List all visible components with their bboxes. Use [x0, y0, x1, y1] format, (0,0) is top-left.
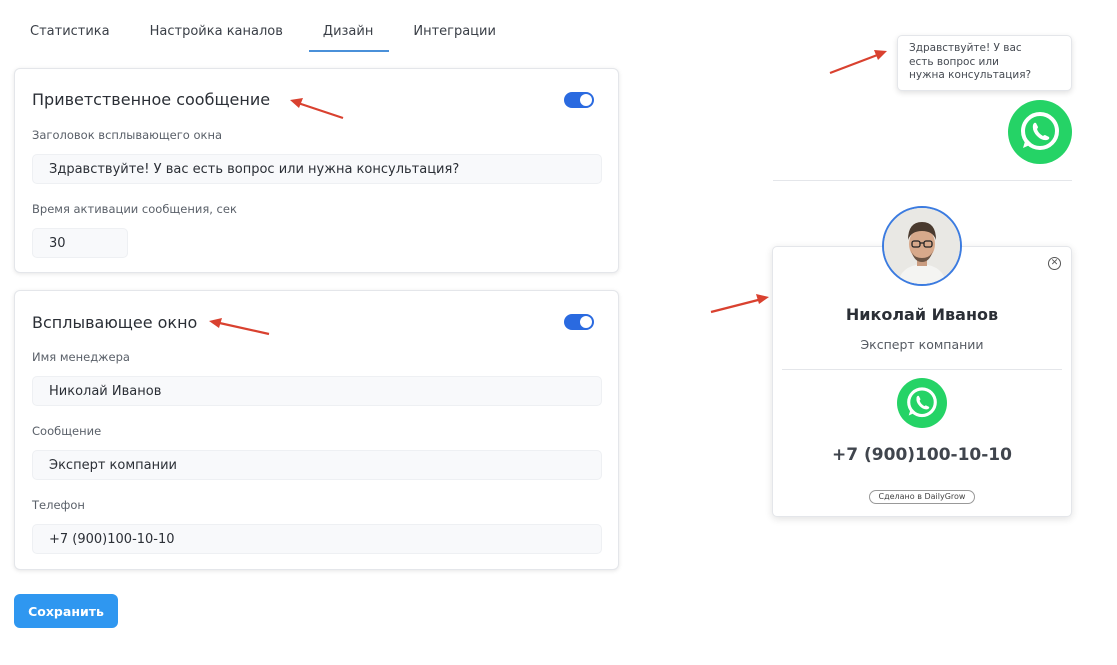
welcome-message-title: Приветственное сообщение [32, 90, 271, 109]
manager-name-input[interactable]: Николай Иванов [32, 376, 602, 406]
save-button[interactable]: Сохранить [14, 594, 118, 628]
tab-channel-settings[interactable]: Настройка каналов [136, 14, 299, 52]
made-by-badge[interactable]: Сделано в DailyGrow [869, 490, 975, 504]
arrow-annotation-icon [209, 318, 270, 336]
popup-header-label: Заголовок всплывающего окна [32, 128, 223, 142]
preview-manager-role: Эксперт компании [860, 337, 984, 352]
popup-window-toggle[interactable] [564, 314, 594, 330]
phone-label: Телефон [32, 498, 85, 512]
preview-phone: +7 (900)100-10-10 [832, 445, 1012, 465]
arrow-annotation-icon [829, 50, 887, 75]
tab-design[interactable]: Дизайн [308, 14, 390, 52]
tab-statistics[interactable]: Статистика [16, 14, 126, 52]
manager-photo [884, 208, 960, 284]
manager-name-label: Имя менеджера [32, 350, 130, 364]
whatsapp-launcher-button[interactable] [1008, 100, 1072, 164]
popup-divider [782, 369, 1062, 370]
message-input[interactable]: Эксперт компании [32, 450, 602, 480]
bubble-line: есть вопрос или [909, 55, 999, 68]
whatsapp-icon [1021, 112, 1059, 150]
manager-popup-preview: ✕ Николай Иванов Эксперт компании +7 (90… [772, 246, 1072, 517]
close-icon[interactable]: ✕ [1048, 257, 1061, 270]
popup-header-input[interactable]: Здравствуйте! У вас есть вопрос или нужн… [32, 154, 602, 184]
welcome-message-toggle[interactable] [564, 92, 594, 108]
message-label: Сообщение [32, 424, 102, 438]
whatsapp-icon [907, 387, 937, 418]
greeting-bubble-preview: Здравствуйте! У вас есть вопрос или нужн… [897, 35, 1072, 91]
popup-window-title: Всплывающее окно [32, 313, 198, 332]
avatar [882, 206, 962, 286]
tab-integrations[interactable]: Интеграции [399, 14, 512, 52]
activation-time-label: Время активации сообщения, сек [32, 202, 237, 216]
preview-divider [773, 180, 1072, 181]
arrow-annotation-icon [290, 98, 344, 120]
arrow-annotation-icon [710, 294, 769, 314]
popup-window-card: Всплывающее окно Имя менеджера Николай И… [14, 290, 619, 570]
preview-manager-name: Николай Иванов [845, 305, 999, 324]
tab-bar: Статистика Настройка каналов Дизайн Инте… [16, 14, 522, 52]
bubble-line: нужна консультация? [909, 69, 1032, 81]
whatsapp-chat-button[interactable] [897, 378, 947, 428]
bubble-line: Здравствуйте! У вас [909, 42, 1022, 54]
phone-input[interactable]: +7 (900)100-10-10 [32, 524, 602, 554]
activation-time-input[interactable]: 30 [32, 228, 128, 258]
